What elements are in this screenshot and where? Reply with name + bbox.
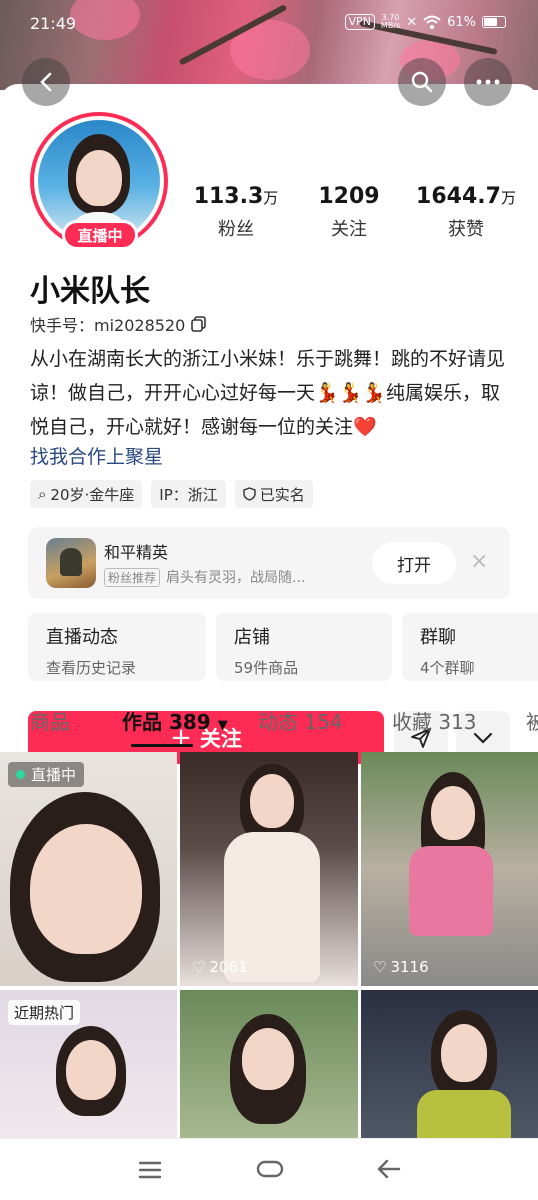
- mute-icon: ✕: [406, 14, 418, 30]
- tab-favorites[interactable]: 收藏 313: [392, 706, 477, 735]
- tag-age[interactable]: ⌕ 20岁·金牛座: [30, 480, 143, 508]
- back-button[interactable]: [22, 58, 70, 106]
- heart-icon: ♡: [192, 958, 206, 976]
- search-icon: ⌕: [38, 485, 47, 503]
- video-thumbnail[interactable]: ♡ 2061: [180, 752, 358, 986]
- heart-icon: ♡: [373, 958, 387, 976]
- shield-icon: [243, 487, 256, 501]
- search-button[interactable]: [398, 58, 446, 106]
- profile-tags: ⌕ 20岁·金牛座 IP：浙江 已实名: [30, 480, 313, 508]
- game-title: 和平精英: [104, 543, 169, 562]
- dropdown-icon: ▼: [217, 718, 228, 733]
- card-live-history[interactable]: 直播动态 查看历史记录: [28, 613, 206, 681]
- stat-following[interactable]: 1209 关注: [306, 184, 392, 241]
- more-button[interactable]: [464, 58, 512, 106]
- like-count: ♡ 3116: [373, 958, 429, 976]
- stat-followers[interactable]: 113.3万 粉丝: [190, 184, 282, 241]
- tab-moments[interactable]: 动态 154: [258, 706, 343, 735]
- card-group-chat[interactable]: 群聊 4个群聊: [402, 613, 538, 681]
- tag-ip: IP：浙江: [151, 480, 226, 508]
- video-thumbnail[interactable]: [180, 990, 358, 1138]
- like-count: ♡ 2061: [192, 958, 248, 976]
- system-nav-bar: [0, 1138, 538, 1200]
- battery-percent: 61%: [447, 14, 476, 30]
- tab-goods[interactable]: 商品: [30, 706, 70, 735]
- vpn-indicator: VPN: [344, 14, 375, 30]
- card-shop[interactable]: 店铺 59件商品: [216, 613, 392, 681]
- network-speed: 3.70 MB/s: [380, 13, 401, 30]
- trending-chip: 近期热门: [8, 1000, 81, 1025]
- cooperation-link[interactable]: 找我合作上聚星: [30, 442, 163, 469]
- search-icon: [411, 71, 433, 93]
- menu-icon[interactable]: [138, 1161, 162, 1179]
- video-grid: 直播中 ♡ 2061 ♡ 3116 近期热门: [0, 752, 538, 1138]
- back-arrow-icon: [40, 72, 52, 92]
- video-thumbnail[interactable]: 直播中: [0, 752, 177, 986]
- copy-icon[interactable]: [191, 316, 207, 332]
- back-icon[interactable]: [376, 1158, 402, 1180]
- more-dots-icon: [476, 79, 500, 85]
- battery-icon: [482, 16, 506, 28]
- profile-name: 小米队长: [30, 274, 150, 309]
- tab-more[interactable]: 被: [526, 706, 538, 735]
- wifi-icon: [423, 15, 441, 29]
- video-thumbnail[interactable]: [361, 990, 538, 1138]
- kuaishou-id: 快手号：mi2028520: [30, 312, 207, 336]
- open-game-button[interactable]: 打开: [372, 542, 456, 584]
- fan-recommend-badge: 粉丝推荐: [104, 567, 161, 587]
- video-thumbnail[interactable]: ♡ 3116: [361, 752, 538, 986]
- game-app-icon: [46, 538, 96, 588]
- tag-verified[interactable]: 已实名: [234, 480, 313, 508]
- status-time: 21:49: [30, 14, 77, 33]
- live-chip: 直播中: [8, 762, 85, 787]
- home-icon[interactable]: [256, 1159, 284, 1179]
- close-icon[interactable]: ×: [470, 549, 488, 574]
- stat-likes[interactable]: 1644.7万 获赞: [410, 184, 522, 241]
- profile-tabs: 商品 作品 389 ▼ 动态 154 收藏 313 被: [0, 706, 538, 746]
- status-bar: 21:49 VPN 3.70 MB/s ✕ 61%: [0, 0, 538, 48]
- active-tab-indicator: [131, 744, 193, 747]
- game-desc: 肩头有灵羽，战局随...: [166, 570, 306, 586]
- tab-works[interactable]: 作品 389 ▼: [122, 706, 228, 735]
- game-recommendation-card[interactable]: 和平精英 粉丝推荐 肩头有灵羽，战局随... 打开 ×: [28, 527, 510, 599]
- profile-bio: 从小在湖南长大的浙江小米妹！乐于跳舞！跳的不好请见谅！做自己，开开心心过好每一天…: [30, 348, 506, 438]
- video-thumbnail[interactable]: 近期热门: [0, 990, 177, 1138]
- live-badge[interactable]: 直播中: [62, 220, 138, 250]
